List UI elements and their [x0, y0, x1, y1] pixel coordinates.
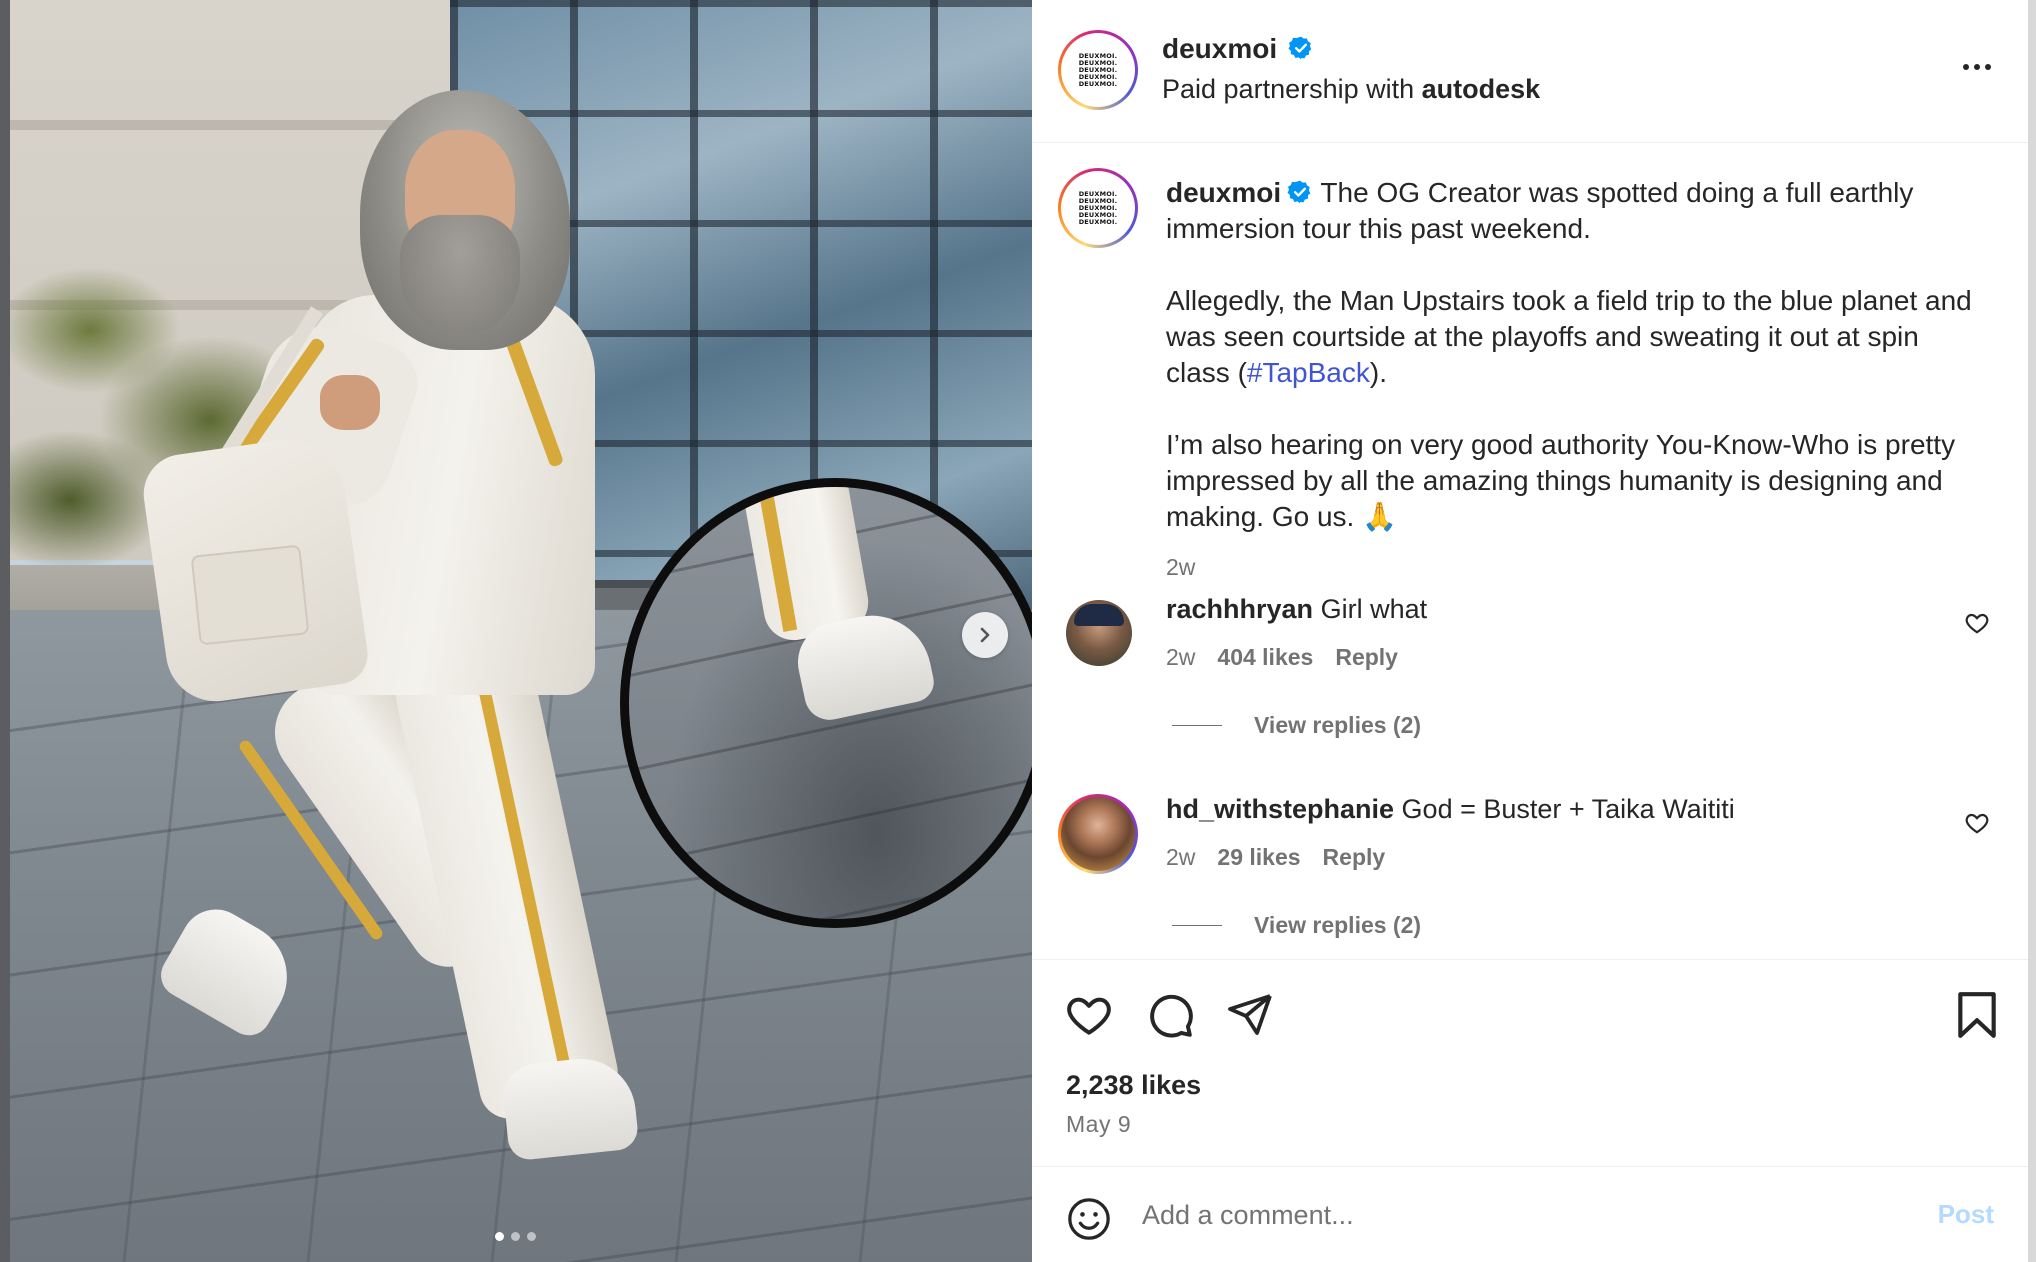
- view-replies-button[interactable]: View replies (2): [1172, 712, 1421, 739]
- comment-like-button[interactable]: [1964, 610, 1990, 641]
- paper-plane-icon: [1228, 994, 1272, 1035]
- hashtag-link[interactable]: #TapBack: [1247, 357, 1370, 388]
- avatar[interactable]: DEUXMOI. DEUXMOI. DEUXMOI. DEUXMOI. DEUXMOI.: [1058, 30, 1138, 110]
- carousel-dot: [527, 1232, 536, 1241]
- carousel-next-button[interactable]: [962, 612, 1008, 658]
- comment-likes[interactable]: 29 likes: [1217, 844, 1300, 870]
- comment-time[interactable]: 2w: [1166, 844, 1195, 870]
- deuxmoi-logo: DEUXMOI. DEUXMOI. DEUXMOI. DEUXMOI. DEUXMOI.: [1078, 51, 1118, 88]
- post-header: DEUXMOI. DEUXMOI. DEUXMOI. DEUXMOI. DEUXMOI.…: [1032, 0, 2028, 143]
- person-in-tracksuit: [138, 80, 685, 1180]
- carousel-dot: [511, 1232, 520, 1241]
- partnership-line: Paid partnership with autodesk: [1162, 74, 1541, 104]
- save-button[interactable]: [1954, 990, 2000, 1045]
- heart-icon: [1965, 813, 1989, 834]
- comment-input[interactable]: [1142, 1191, 1842, 1239]
- caption-username[interactable]: deuxmoi: [1166, 177, 1281, 208]
- post-date[interactable]: May 9: [1066, 1111, 1131, 1138]
- caption-paragraph: I’m also hearing on very good authority …: [1166, 429, 1956, 532]
- emoji-button[interactable]: [1066, 1196, 1112, 1247]
- reply-button[interactable]: Reply: [1335, 644, 1398, 670]
- post-caption: deuxmoi The OG Creator was spotted doing…: [1166, 175, 1986, 585]
- likes-count[interactable]: 2,238 likes: [1066, 1070, 1201, 1101]
- comment-bubble-icon: [1150, 994, 1193, 1038]
- caption-paragraph: Allegedly, the Man Upstairs took a field…: [1166, 285, 1972, 388]
- post-media[interactable]: [0, 0, 1032, 1262]
- verified-badge-icon: [1288, 36, 1311, 60]
- partner-link[interactable]: autodesk: [1422, 74, 1541, 104]
- deuxmoi-logo: DEUXMOI. DEUXMOI. DEUXMOI. DEUXMOI. DEUXMOI.: [1078, 189, 1118, 226]
- more-horizontal-icon: [1963, 64, 1991, 70]
- avatar[interactable]: [1058, 794, 1138, 874]
- photo-scene: [10, 0, 1032, 1262]
- heart-icon: [1965, 613, 1989, 634]
- caption-timestamp[interactable]: 2w: [1166, 549, 1986, 585]
- carousel-dots: [495, 1232, 536, 1241]
- magnifier-inset: [620, 478, 1032, 928]
- comment-time[interactable]: 2w: [1166, 644, 1195, 670]
- comment-text: God = Buster + Taika Waititi: [1401, 794, 1735, 824]
- comment-button[interactable]: [1145, 990, 1195, 1045]
- comment-username[interactable]: hd_withstephanie: [1166, 794, 1394, 824]
- bookmark-icon: [1958, 992, 1996, 1038]
- smiley-icon: [1068, 1198, 1110, 1240]
- comment-like-button[interactable]: [1964, 810, 1990, 841]
- comment-username[interactable]: rachhhryan: [1166, 594, 1313, 624]
- reply-button[interactable]: Reply: [1323, 844, 1386, 870]
- chevron-right-icon: [980, 627, 990, 643]
- carousel-dot: [495, 1232, 504, 1241]
- post-actions: 2,238 likes May 9: [1032, 959, 2028, 1166]
- avatar[interactable]: [1066, 600, 1132, 666]
- add-comment-bar: Post: [1032, 1166, 2028, 1262]
- share-button[interactable]: [1226, 990, 1274, 1043]
- like-button[interactable]: [1064, 990, 1114, 1045]
- comment-text: Girl what: [1320, 594, 1428, 624]
- header-username[interactable]: deuxmoi: [1162, 33, 1277, 64]
- verified-badge-icon: [1287, 180, 1311, 204]
- comment-likes[interactable]: 404 likes: [1217, 644, 1313, 670]
- view-replies-button[interactable]: View replies (2): [1172, 912, 1421, 939]
- window-edge: [2028, 0, 2036, 1262]
- post-comment-button[interactable]: Post: [1938, 1199, 1994, 1230]
- avatar[interactable]: DEUXMOI. DEUXMOI. DEUXMOI. DEUXMOI. DEUXMOI.: [1058, 168, 1138, 248]
- media-left-edge: [0, 0, 10, 1262]
- post-side-panel: DEUXMOI. DEUXMOI. DEUXMOI. DEUXMOI. DEUXMOI.…: [1032, 0, 2028, 1262]
- more-options-button[interactable]: [1960, 50, 1994, 89]
- comments-list[interactable]: DEUXMOI. DEUXMOI. DEUXMOI. DEUXMOI. DEUXMOI.…: [1032, 144, 2028, 959]
- heart-icon: [1067, 997, 1111, 1035]
